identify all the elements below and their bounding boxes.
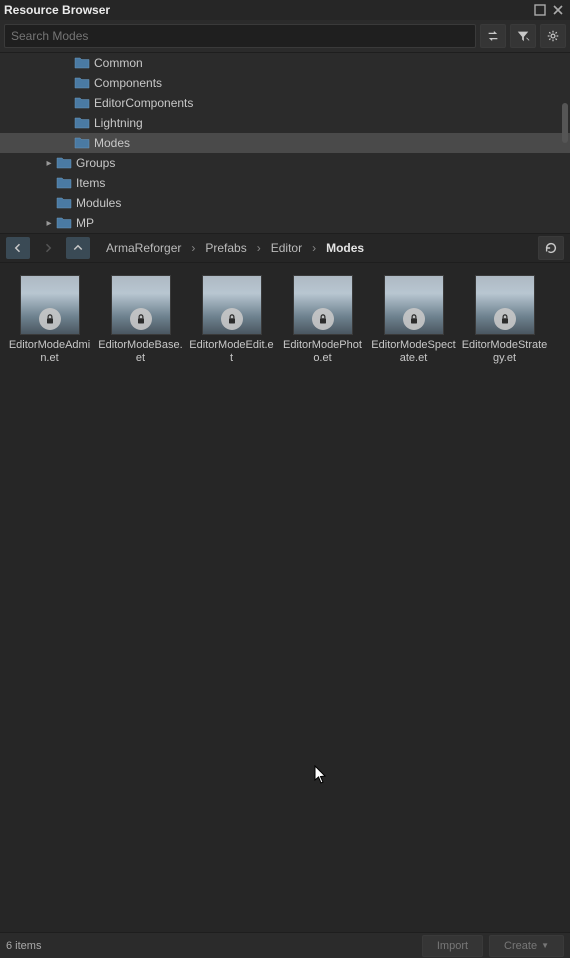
chevron-right-icon: › — [310, 241, 318, 255]
tree-item-common[interactable]: ▸Common — [0, 53, 570, 73]
folder-icon — [74, 56, 90, 70]
tree-item-modules[interactable]: ▸Modules — [0, 193, 570, 213]
grid-item[interactable]: EditorModeAdmin.et — [4, 273, 95, 367]
refresh-button[interactable] — [538, 236, 564, 260]
tree-item-mp[interactable]: ▸ MP — [0, 213, 570, 233]
tree-expand-icon[interactable]: ▸ — [42, 158, 56, 169]
tree-item-editorcomponents[interactable]: ▸EditorComponents — [0, 93, 570, 113]
close-icon[interactable] — [550, 2, 566, 18]
tree-item-label: Lightning — [94, 116, 143, 130]
grid-item-label: EditorModeStrategy.et — [462, 339, 548, 365]
nav-bar: ArmaReforger › Prefabs › Editor › Modes — [0, 233, 570, 263]
tree-item-components[interactable]: ▸Components — [0, 73, 570, 93]
filter-button[interactable] — [510, 24, 536, 48]
tree-item-label: Modes — [94, 136, 130, 150]
tree-item-lightning[interactable]: ▸Lightning — [0, 113, 570, 133]
lock-icon — [312, 308, 334, 330]
title-bar: Resource Browser — [0, 0, 570, 20]
folder-icon — [56, 216, 72, 230]
tree-item-modes[interactable]: ▸Modes — [0, 133, 570, 153]
chevron-down-icon: ▼ — [541, 941, 549, 950]
grid-item-label: EditorModeAdmin.et — [7, 339, 93, 365]
crumb-root[interactable]: ArmaReforger — [100, 238, 187, 258]
grid-item-label: EditorModeEdit.et — [189, 339, 275, 365]
import-button[interactable]: Import — [422, 935, 483, 957]
lock-icon — [403, 308, 425, 330]
chevron-right-icon: › — [255, 241, 263, 255]
prefab-thumbnail — [20, 275, 80, 335]
chevron-right-icon: › — [189, 241, 197, 255]
tree-item-label: MP — [76, 216, 94, 230]
nav-up-button[interactable] — [66, 237, 90, 259]
folder-icon — [56, 176, 72, 190]
tree-item-groups[interactable]: ▸ Groups — [0, 153, 570, 173]
folder-icon — [74, 136, 90, 150]
folder-icon — [74, 96, 90, 110]
grid-item[interactable]: EditorModePhoto.et — [277, 273, 368, 367]
search-row — [0, 20, 570, 53]
tree-item-label: Groups — [76, 156, 115, 170]
lock-icon — [221, 308, 243, 330]
breadcrumb: ArmaReforger › Prefabs › Editor › Modes — [100, 238, 532, 258]
prefab-thumbnail — [384, 275, 444, 335]
crumb-prefabs[interactable]: Prefabs — [199, 238, 252, 258]
grid-item-label: EditorModeSpectate.et — [371, 339, 457, 365]
mouse-cursor — [314, 765, 328, 788]
tree-item-label: Common — [94, 56, 143, 70]
prefab-thumbnail — [111, 275, 171, 335]
tree-scrollbar[interactable] — [562, 103, 568, 143]
swap-button[interactable] — [480, 24, 506, 48]
folder-icon — [74, 76, 90, 90]
lock-icon — [130, 308, 152, 330]
tree-item-label: Components — [94, 76, 162, 90]
lock-icon — [494, 308, 516, 330]
tree-item-label: EditorComponents — [94, 96, 193, 110]
window-title: Resource Browser — [4, 3, 532, 17]
prefab-thumbnail — [202, 275, 262, 335]
crumb-editor[interactable]: Editor — [265, 238, 308, 258]
grid-item[interactable]: EditorModeBase.et — [95, 273, 186, 367]
nav-forward-button[interactable] — [36, 237, 60, 259]
tree-panel: ▸Common▸Components▸EditorComponents▸Ligh… — [0, 53, 570, 233]
tree-expand-icon[interactable]: ▸ — [42, 218, 56, 229]
nav-back-button[interactable] — [6, 237, 30, 259]
item-count: 6 items — [6, 940, 416, 952]
crumb-current[interactable]: Modes — [320, 238, 370, 258]
grid-item-label: EditorModePhoto.et — [280, 339, 366, 365]
grid-item[interactable]: EditorModeStrategy.et — [459, 273, 550, 367]
folder-icon — [56, 156, 72, 170]
grid-item[interactable]: EditorModeEdit.et — [186, 273, 277, 367]
folder-icon — [74, 116, 90, 130]
folder-icon — [56, 196, 72, 210]
lock-icon — [39, 308, 61, 330]
prefab-thumbnail — [475, 275, 535, 335]
tree-item-label: Items — [76, 176, 105, 190]
search-input[interactable] — [4, 24, 476, 48]
grid-item-label: EditorModeBase.et — [98, 339, 184, 365]
grid-item[interactable]: EditorModeSpectate.et — [368, 273, 459, 367]
settings-button[interactable] — [540, 24, 566, 48]
prefab-thumbnail — [293, 275, 353, 335]
status-bar: 6 items Import Create▼ — [0, 932, 570, 958]
create-button[interactable]: Create▼ — [489, 935, 564, 957]
tree-item-label: Modules — [76, 196, 121, 210]
popout-icon[interactable] — [532, 2, 548, 18]
tree-item-items[interactable]: ▸Items — [0, 173, 570, 193]
content-grid: EditorModeAdmin.etEditorModeBase.etEdito… — [0, 263, 570, 932]
